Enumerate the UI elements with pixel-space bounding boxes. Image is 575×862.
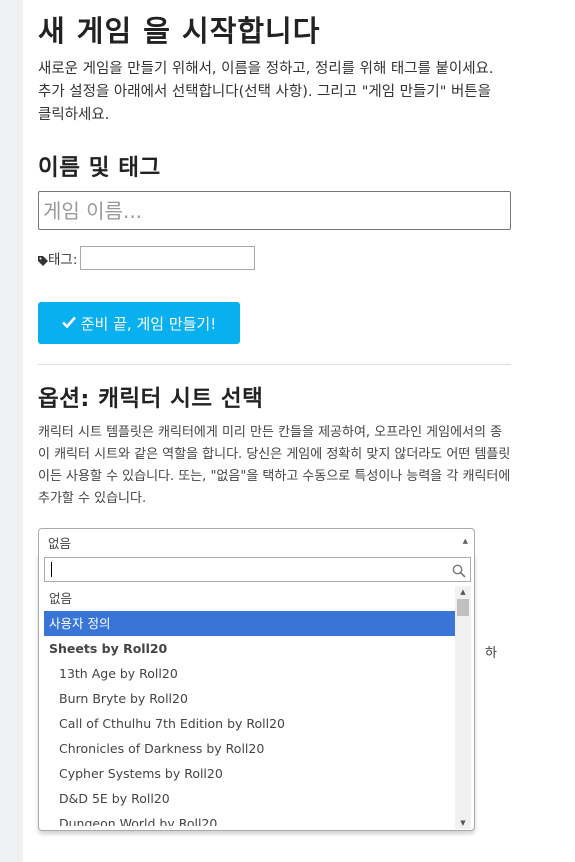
scroll-down-arrow-icon[interactable]: ▼ <box>455 817 471 829</box>
sheet-option[interactable]: D&D 5E by Roll20 <box>44 786 455 811</box>
tag-input[interactable] <box>80 246 256 270</box>
scroll-thumb[interactable] <box>457 599 469 616</box>
tag-icon <box>38 252 48 266</box>
scroll-up-arrow-icon[interactable]: ▲ <box>455 586 471 598</box>
page-title: 새 게임 을 시작합니다 <box>38 14 321 48</box>
sheet-option[interactable]: Chronicles of Darkness by Roll20 <box>44 736 455 761</box>
options-description: 캐릭터 시트 템플릿은 캐릭터에게 미리 만든 칸들을 제공하여, 오프라인 게… <box>38 425 511 506</box>
tag-label: 태그: <box>48 252 78 268</box>
sheet-option[interactable]: Call of Cthulhu 7th Edition by Roll20 <box>44 711 455 736</box>
section-divider <box>38 364 511 365</box>
create-game-button[interactable]: 준비 끝, 게임 만들기! <box>38 302 240 344</box>
dropdown-scrollbar[interactable]: ▲ ▼ <box>455 586 471 829</box>
sheet-option[interactable]: 13th Age by Roll20 <box>44 661 455 686</box>
check-icon <box>61 314 76 332</box>
name-tags-heading: 이름 및 태그 <box>38 155 161 181</box>
sheet-options-list: 없음 사용자 정의 Sheets by Roll20 13th Age by Roll… <box>44 586 455 826</box>
chevron-up-icon: ▲ <box>462 537 468 545</box>
options-heading: 옵션: 캐릭터 시트 선택 <box>38 386 264 412</box>
left-margin-strip <box>0 0 23 862</box>
sheet-dropdown: 없음 사용자 정의 Sheets by Roll20 13th Age by Roll… <box>38 553 475 831</box>
game-name-input[interactable] <box>38 191 511 230</box>
sheet-option[interactable]: Cypher Systems by Roll20 <box>44 761 455 786</box>
sheet-option[interactable]: Dungeon World by Roll20 <box>44 811 455 826</box>
option-group-header: Sheets by Roll20 <box>49 641 168 656</box>
obscured-text-fragment: 하 <box>485 646 497 661</box>
sheet-option[interactable]: 사용자 정의 <box>44 611 455 636</box>
selected-sheet-value: 없음 <box>48 536 72 551</box>
create-game-label: 준비 끝, 게임 만들기! <box>80 314 217 333</box>
search-icon <box>452 563 466 578</box>
tag-row: 태그: <box>38 246 256 270</box>
sheet-option[interactable]: 없음 <box>44 586 455 611</box>
sheet-search-box <box>44 557 471 582</box>
sheet-option[interactable]: Burn Bryte by Roll20 <box>44 686 455 711</box>
intro-text: 새로운 게임을 만들기 위해서, 이름을 정하고, 정리를 위해 태그를 붙이세… <box>38 61 494 123</box>
text-caret <box>51 562 52 577</box>
character-sheet-select[interactable]: 없음 ▲ <box>38 528 475 554</box>
sheet-search-input[interactable] <box>45 558 455 581</box>
